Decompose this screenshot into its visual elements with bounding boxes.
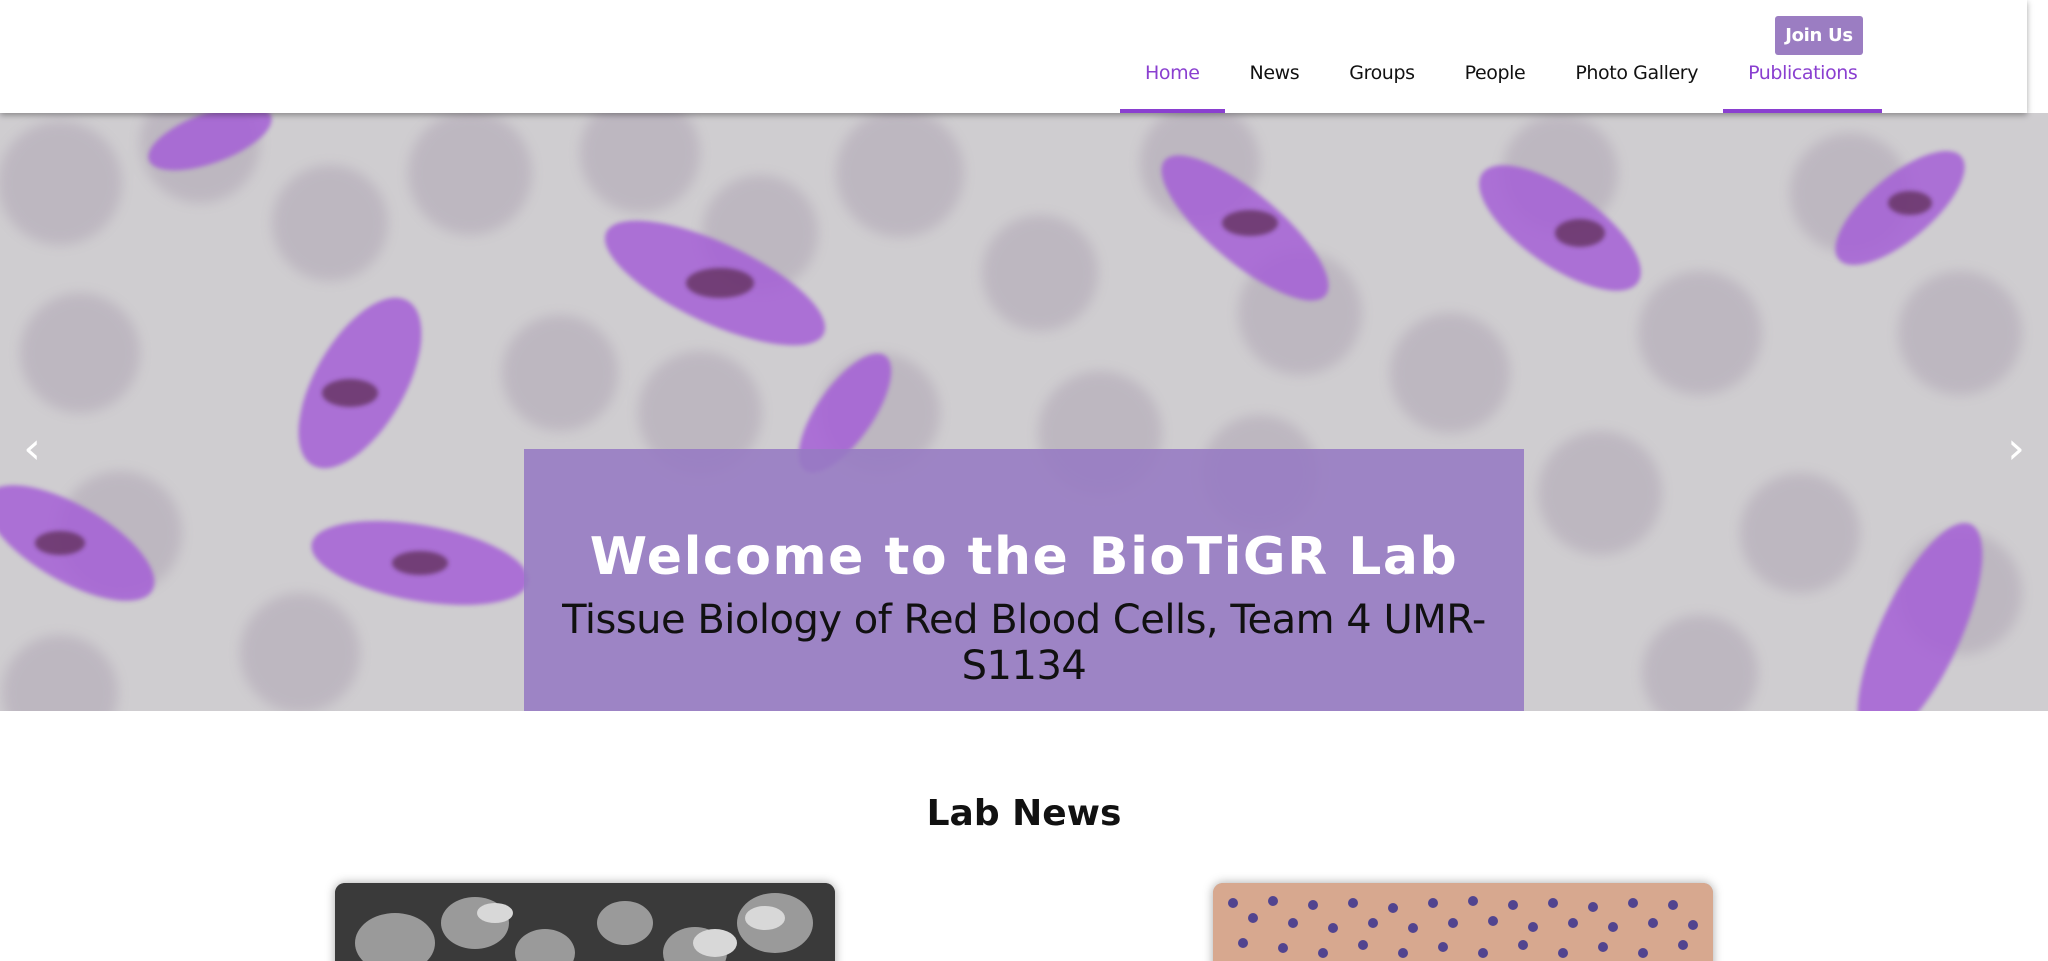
nav-groups[interactable]: Groups [1324,62,1439,113]
hero-carousel: ‹ › Welcome to the BioTiGR Lab Tissue Bi… [0,113,2048,711]
news-card-image-1 [335,883,835,961]
page: Join Us Home News Groups People Photo Ga… [0,0,2048,961]
nav-people[interactable]: People [1440,62,1551,113]
hero-caption: Welcome to the BioTiGR Lab Tissue Biolog… [524,449,1524,711]
news-card-image-2 [1213,883,1713,961]
nav-photo-gallery[interactable]: Photo Gallery [1550,62,1723,113]
nav-publications[interactable]: Publications [1723,62,1883,113]
join-us-button[interactable]: Join Us [1775,16,1863,55]
chevron-right-icon[interactable]: › [1996,423,2036,474]
site-header: Join Us Home News Groups People Photo Ga… [0,0,2027,113]
news-card-image[interactable] [1213,883,1713,961]
hero-title: Welcome to the BioTiGR Lab [589,527,1459,587]
chevron-left-icon[interactable]: ‹ [12,423,52,474]
nav-news[interactable]: News [1225,62,1325,113]
nav-home[interactable]: Home [1120,62,1225,113]
main-nav: Home News Groups People Photo Gallery Pu… [1120,62,1883,113]
news-card-image[interactable] [335,883,835,961]
hero-subtitle: Tissue Biology of Red Blood Cells, Team … [562,597,1486,689]
lab-news-heading: Lab News [926,793,1122,834]
